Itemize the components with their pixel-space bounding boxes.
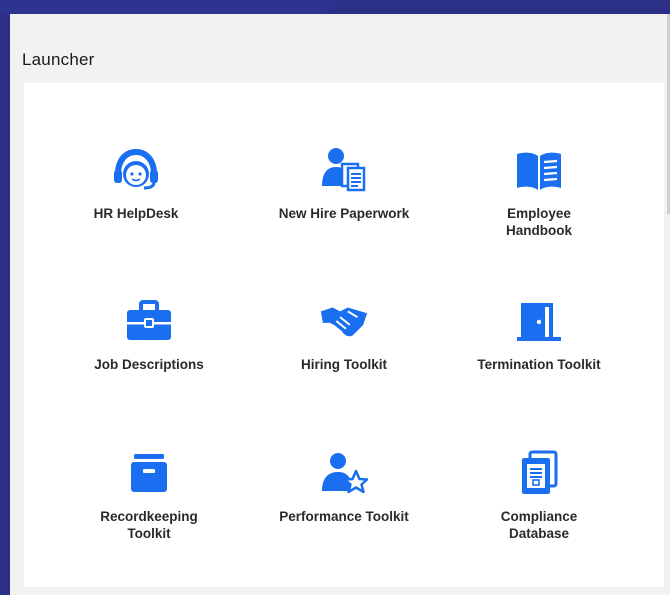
launcher-grid: HR HelpDesk New Hire Paperwork Employee … bbox=[24, 83, 664, 587]
tile-label: Employee Handbook bbox=[506, 206, 572, 238]
tile-label: Job Descriptions bbox=[94, 357, 204, 372]
tile-recordkeeping-toolkit[interactable]: Recordkeeping Toolkit bbox=[54, 448, 244, 542]
tile-employee-handbook[interactable]: Employee Handbook bbox=[444, 145, 634, 239]
document-icon bbox=[514, 448, 564, 498]
briefcase-icon bbox=[124, 296, 174, 346]
new-hire-icon bbox=[319, 145, 369, 195]
tile-termination-toolkit[interactable]: Termination Toolkit bbox=[444, 296, 634, 373]
tile-hr-helpdesk[interactable]: HR HelpDesk bbox=[41, 145, 231, 222]
tile-label: Performance Toolkit bbox=[279, 509, 409, 524]
background-fold bbox=[0, 0, 340, 14]
tile-label: Recordkeeping Toolkit bbox=[100, 509, 198, 541]
tile-job-descriptions[interactable]: Job Descriptions bbox=[54, 296, 244, 373]
handshake-icon bbox=[319, 296, 369, 346]
launcher-panel: Launcher HR HelpDesk New Hire Paperwork … bbox=[10, 14, 670, 595]
tile-performance-toolkit[interactable]: Performance Toolkit bbox=[249, 448, 439, 525]
tile-label: Compliance Database bbox=[500, 509, 578, 541]
tile-label: Hiring Toolkit bbox=[301, 357, 387, 372]
headset-icon bbox=[111, 145, 161, 195]
tile-new-hire-paperwork[interactable]: New Hire Paperwork bbox=[249, 145, 439, 222]
user-star-icon bbox=[319, 448, 369, 498]
book-icon bbox=[514, 145, 564, 195]
door-icon bbox=[514, 296, 564, 346]
launcher-card: HR HelpDesk New Hire Paperwork Employee … bbox=[24, 83, 664, 587]
launcher-title: Launcher bbox=[22, 50, 95, 69]
file-box-icon bbox=[124, 448, 174, 498]
tile-label: HR HelpDesk bbox=[93, 206, 179, 221]
app-background: Launcher HR HelpDesk New Hire Paperwork … bbox=[0, 0, 670, 595]
tile-label: Termination Toolkit bbox=[477, 357, 601, 372]
tile-compliance-database[interactable]: Compliance Database bbox=[444, 448, 634, 542]
tile-hiring-toolkit[interactable]: Hiring Toolkit bbox=[249, 296, 439, 373]
tile-label: New Hire Paperwork bbox=[278, 206, 410, 221]
